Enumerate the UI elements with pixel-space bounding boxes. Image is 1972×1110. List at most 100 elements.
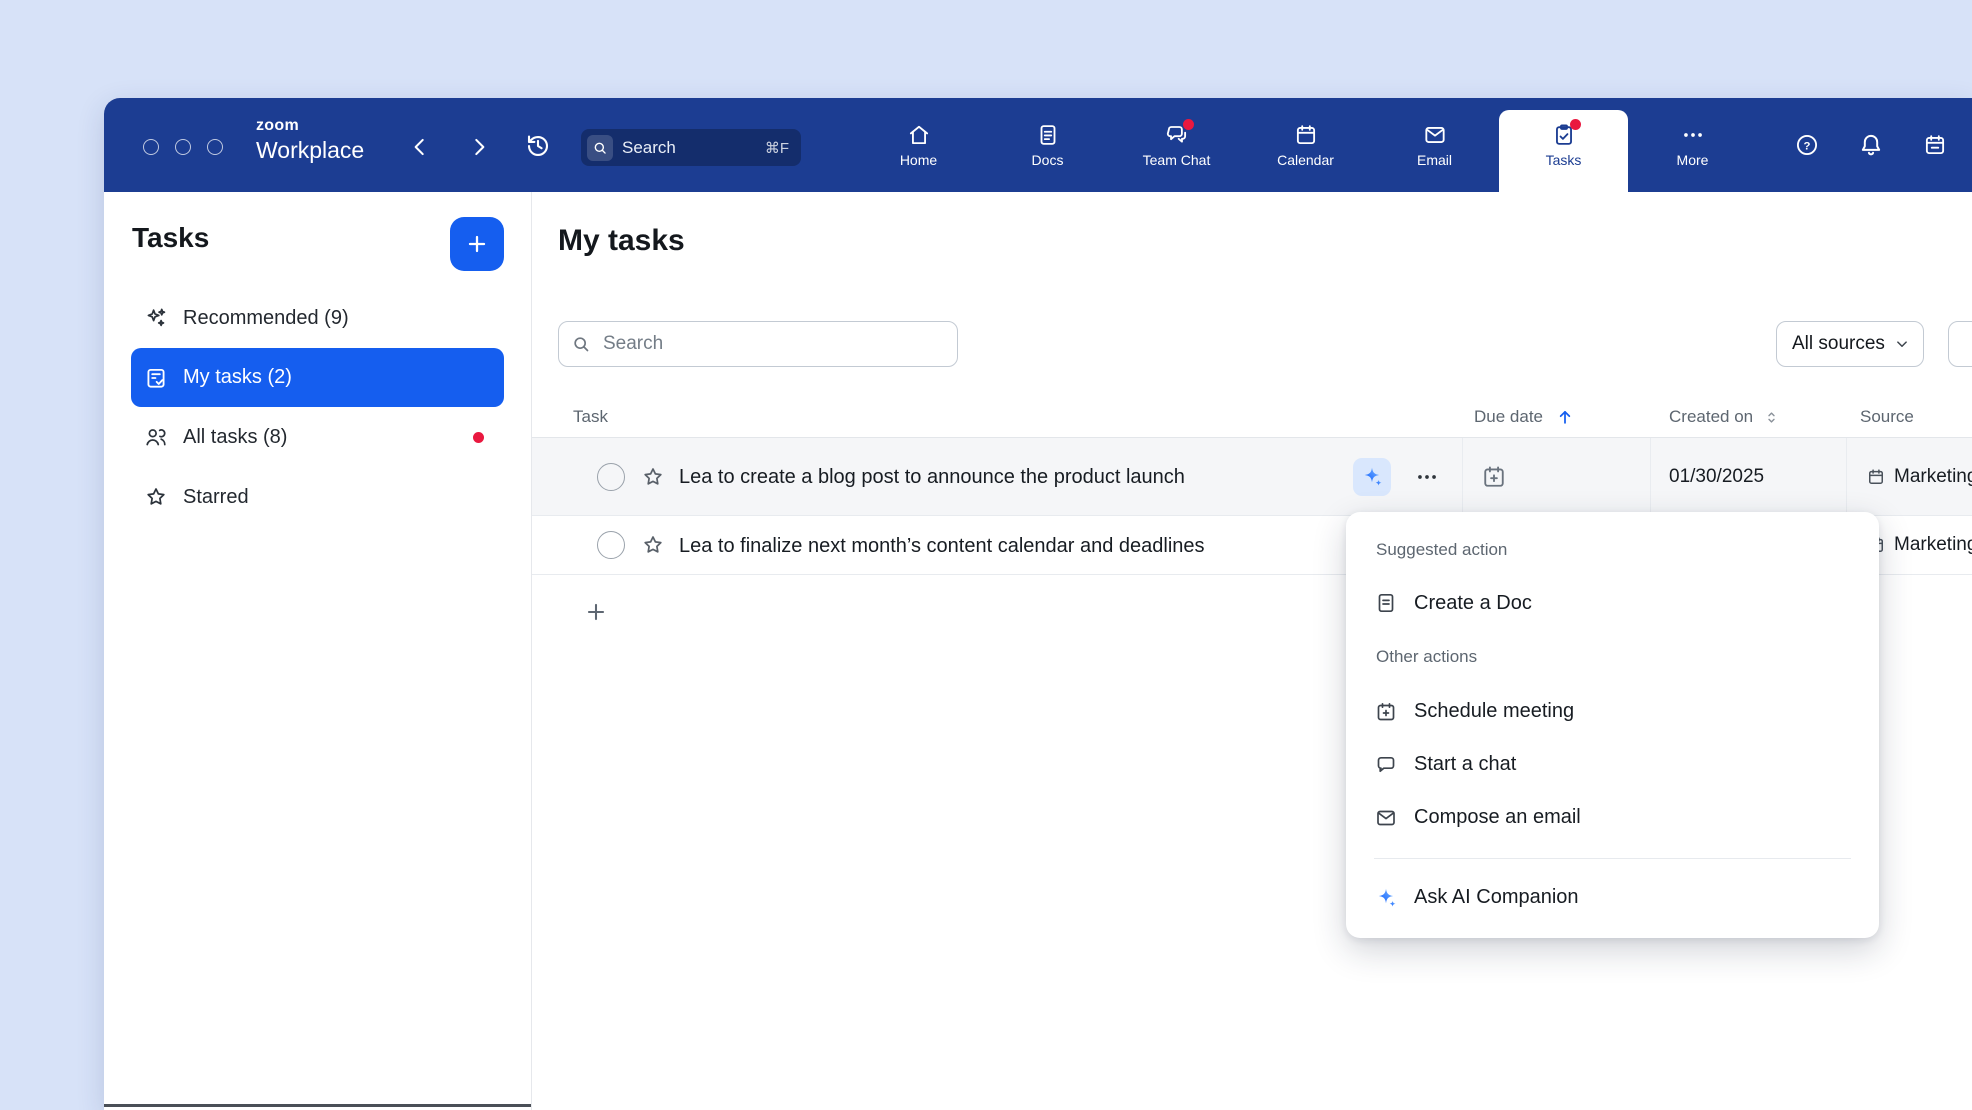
nav-docs[interactable]: Docs	[983, 98, 1112, 192]
nav-label: Tasks	[1546, 153, 1582, 168]
schedule-button[interactable]	[1922, 132, 1948, 158]
chevron-down-icon	[1893, 335, 1911, 353]
brand-workplace: Workplace	[256, 139, 364, 162]
menu-item-start-chat[interactable]: Start a chat	[1346, 738, 1879, 791]
help-icon: ?	[1794, 132, 1820, 158]
back-button[interactable]	[407, 134, 433, 160]
ai-actions-menu: Suggested action Create a Doc Other acti…	[1346, 512, 1879, 938]
window-controls	[143, 139, 223, 155]
sort-toggle-icon	[1763, 409, 1780, 426]
column-header-created-on[interactable]: Created on	[1669, 405, 1780, 429]
sidebar-item-label: My tasks (2)	[183, 366, 292, 389]
sidebar-item-all-tasks[interactable]: All tasks (8)	[131, 407, 504, 467]
ai-sparkle-icon	[1374, 886, 1398, 910]
sidebar-item-label: Recommended (9)	[183, 307, 349, 330]
source-value: Marketing	[1894, 465, 1972, 489]
sidebar-item-my-tasks[interactable]: My tasks (2)	[131, 348, 504, 407]
nav-calendar[interactable]: Calendar	[1241, 98, 1370, 192]
docs-icon	[1035, 122, 1061, 148]
calendar-plus-icon	[1374, 700, 1398, 724]
menu-item-ask-ai-companion[interactable]: Ask AI Companion	[1346, 871, 1879, 924]
task-title: Lea to create a blog post to announce th…	[679, 464, 1185, 490]
notification-dot	[473, 432, 484, 443]
forward-button[interactable]	[466, 134, 492, 160]
sidebar: Tasks Recommended (9) My tasks (	[104, 192, 532, 1110]
task-complete-checkbox[interactable]	[597, 531, 625, 559]
tasks-icon	[1551, 122, 1577, 148]
menu-divider	[1374, 858, 1851, 859]
history-button[interactable]	[524, 132, 552, 160]
search-icon	[571, 334, 591, 354]
people-icon	[143, 424, 169, 450]
add-task-button[interactable]	[450, 217, 504, 271]
nav-team-chat[interactable]: Team Chat	[1112, 98, 1241, 192]
created-on-value: 01/30/2025	[1669, 465, 1764, 489]
window-zoom-button[interactable]	[207, 139, 223, 155]
window-bottom-edge	[104, 1104, 531, 1107]
star-icon[interactable]	[640, 464, 666, 490]
history-icon	[524, 132, 552, 160]
source-filter-dropdown[interactable]: All sources	[1776, 321, 1924, 367]
sidebar-item-starred[interactable]: Starred	[131, 467, 504, 527]
primary-navigation: Home Docs Team Cha	[854, 98, 1757, 192]
notifications-button[interactable]	[1857, 131, 1885, 159]
nav-home[interactable]: Home	[854, 98, 983, 192]
menu-section-label: Suggested action	[1346, 536, 1879, 564]
sidebar-item-label: All tasks (8)	[183, 426, 287, 449]
menu-item-label: Ask AI Companion	[1414, 886, 1579, 909]
nav-email[interactable]: Email	[1370, 98, 1499, 192]
window-close-button[interactable]	[143, 139, 159, 155]
more-icon	[1680, 122, 1706, 148]
column-header-label: Created on	[1669, 405, 1753, 429]
column-header-due-date[interactable]: Due date	[1474, 405, 1575, 429]
nav-label: Email	[1417, 153, 1452, 168]
sidebar-item-recommended[interactable]: Recommended (9)	[131, 288, 504, 348]
notification-dot	[1183, 119, 1194, 130]
window-minimize-button[interactable]	[175, 139, 191, 155]
desktop-background: zoom Workplace	[0, 0, 1972, 1110]
nav-more[interactable]: More	[1628, 98, 1757, 192]
sparkles-icon	[143, 305, 169, 331]
ai-companion-button[interactable]	[1353, 458, 1391, 496]
app-window: zoom Workplace	[104, 98, 1972, 1110]
search-icon	[587, 135, 613, 161]
email-icon	[1422, 122, 1448, 148]
menu-item-compose-email[interactable]: Compose an email	[1346, 791, 1879, 844]
help-button[interactable]: ?	[1794, 132, 1820, 158]
menu-item-schedule-meeting[interactable]: Schedule meeting	[1346, 685, 1879, 738]
plus-icon	[464, 231, 490, 257]
ellipsis-icon	[1414, 464, 1440, 490]
nav-label: Team Chat	[1143, 153, 1211, 168]
column-header-source[interactable]: Source	[1860, 405, 1914, 429]
global-search-input[interactable]	[622, 138, 756, 158]
topbar-right-actions: ?	[1794, 98, 1948, 192]
envelope-icon	[1374, 806, 1398, 830]
star-icon[interactable]	[640, 532, 666, 558]
plus-icon	[583, 599, 609, 625]
nav-label: Home	[900, 153, 937, 168]
schedule-calendar-icon	[1922, 132, 1948, 158]
global-search[interactable]: ⌘F	[581, 129, 801, 166]
nav-tasks[interactable]: Tasks	[1499, 110, 1628, 192]
task-search	[558, 321, 958, 367]
task-list-check-icon	[143, 365, 169, 391]
new-task-button[interactable]	[583, 599, 609, 625]
calendar-icon	[1293, 122, 1319, 148]
nav-label: More	[1677, 153, 1709, 168]
table-row[interactable]: Lea to create a blog post to announce th…	[532, 438, 1972, 516]
task-complete-checkbox[interactable]	[597, 463, 625, 491]
task-search-input[interactable]	[558, 321, 958, 367]
menu-item-label: Schedule meeting	[1414, 700, 1574, 723]
row-more-actions-button[interactable]	[1414, 464, 1440, 490]
clipped-filter-button[interactable]	[1948, 321, 1972, 367]
menu-section-label: Other actions	[1346, 643, 1879, 671]
add-due-date-button[interactable]	[1480, 463, 1508, 491]
source-filter-value: All sources	[1792, 333, 1885, 355]
source-value: Marketing	[1894, 533, 1972, 557]
column-header-task[interactable]: Task	[573, 405, 608, 429]
sidebar-item-label: Starred	[183, 486, 249, 509]
menu-item-create-doc[interactable]: Create a Doc	[1346, 576, 1879, 630]
ai-sparkle-icon	[1360, 465, 1384, 489]
task-title: Lea to finalize next month’s content cal…	[679, 533, 1205, 559]
source-calendar-icon	[1866, 467, 1886, 487]
